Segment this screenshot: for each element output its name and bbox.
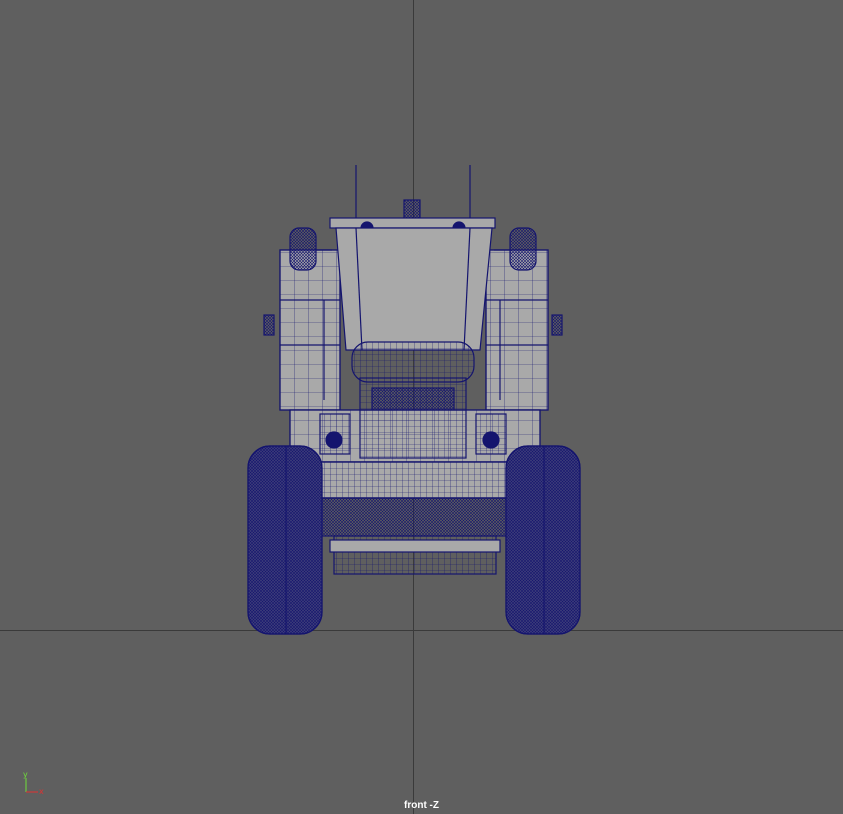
mirror-left [289,227,317,271]
axis-gizmo-icon: y x [23,770,44,796]
hood [351,341,475,383]
truck-wireframe [247,165,581,635]
axis-x-label: x [39,787,44,796]
camera-label: front -Z [404,800,439,811]
wireframe-truck-icon[interactable] [0,0,843,814]
beacon-light [403,199,421,219]
front-viewport[interactable]: y x front -Z [0,0,843,814]
mirror-right [509,227,537,271]
axis-y-label: y [23,770,28,779]
cab-roof [329,217,496,229]
lower-bumper [291,497,537,537]
